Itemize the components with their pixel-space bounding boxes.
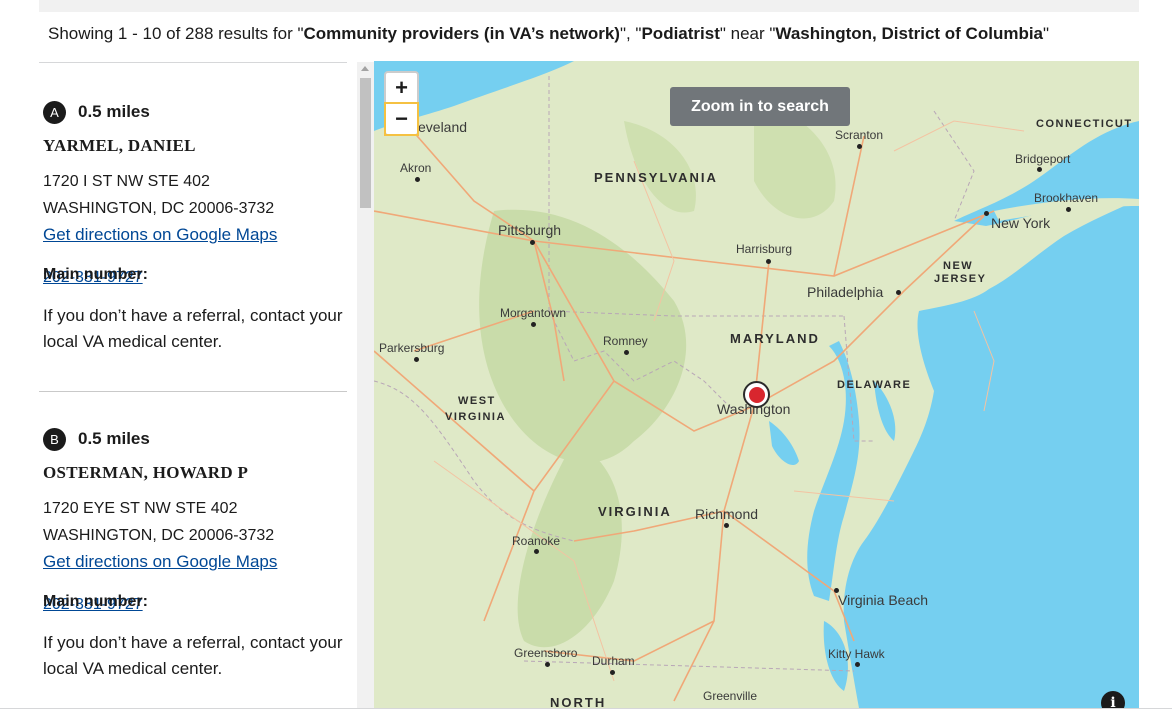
map-label-city: New York: [991, 215, 1051, 231]
page-bottom-border: [0, 708, 1172, 709]
city-dot: [1037, 167, 1042, 172]
result-distance: 0.5 miles: [78, 102, 150, 121]
city-dot: [896, 290, 901, 295]
map-label-state: PENNSYLVANIA: [594, 170, 718, 185]
map-label-state: VIRGINIA: [598, 504, 672, 519]
map-label-state: CONNECTICUT: [1036, 118, 1133, 130]
provider-name: OSTERMAN, HOWARD P: [43, 463, 249, 482]
city-dot: [724, 523, 729, 528]
map-label-city: Bridgeport: [1015, 152, 1071, 166]
scroll-up-arrow-icon[interactable]: [361, 66, 369, 71]
location-pin-icon[interactable]: [743, 381, 770, 408]
referral-note: If you don’t have a referral, contact yo…: [43, 306, 343, 351]
map-label-city: Greensboro: [514, 646, 578, 660]
city-dot: [534, 549, 539, 554]
map-label-city: eveland: [418, 119, 468, 135]
city-dot: [984, 211, 989, 216]
page-top-bar: [39, 0, 1139, 12]
results-list[interactable]: A 0.5 miles YARMEL, DANIEL 1720 I ST NW …: [39, 62, 347, 708]
map-label-state: NORTH: [550, 695, 607, 708]
map-label-state: MARYLAND: [730, 331, 820, 346]
map-label-city: Kitty Hawk: [828, 647, 885, 661]
map-label-city: Roanoke: [512, 534, 561, 548]
map-label-city: Parkersburg: [379, 341, 445, 355]
map-label-city: Greenville: [703, 689, 758, 703]
results-summary: Showing 1 - 10 of 288 results for "Commu…: [48, 24, 1049, 44]
summary-sep-1: ", ": [619, 24, 642, 43]
city-dot: [624, 350, 629, 355]
city-dot: [531, 322, 536, 327]
city-dot: [857, 144, 862, 149]
city-dot: [834, 588, 839, 593]
map-label-state: JERSEY: [934, 273, 987, 285]
map-label-city: Durham: [592, 654, 635, 668]
result-marker-badge: B: [43, 427, 66, 451]
map-label-state: WEST: [458, 395, 496, 407]
map-label-state: DELAWARE: [837, 379, 912, 391]
result-item: A 0.5 miles YARMEL, DANIEL 1720 I ST NW …: [43, 100, 343, 355]
city-dot: [610, 670, 615, 675]
map-label-city: Scranton: [835, 128, 884, 142]
city-dot: [530, 240, 535, 245]
referral-note: If you don’t have a referral, contact yo…: [43, 633, 343, 678]
summary-sep-2: " near ": [719, 24, 776, 43]
phone-label: Main number:: [43, 593, 148, 610]
address-line-1: 1720 I ST NW STE 402: [43, 173, 210, 190]
directions-link[interactable]: Get directions on Google Maps: [43, 225, 277, 244]
summary-suffix: ": [1043, 24, 1050, 43]
city-dot: [414, 357, 419, 362]
result-marker-badge: A: [43, 100, 66, 124]
summary-specialty: Podiatrist: [641, 24, 720, 43]
directions-link[interactable]: Get directions on Google Maps: [43, 552, 277, 571]
address-line-1: 1720 EYE ST NW STE 402: [43, 500, 238, 517]
map-label-city: Philadelphia: [807, 284, 884, 300]
city-dot: [855, 662, 860, 667]
map-label-city: Akron: [400, 161, 432, 175]
city-dot: [766, 259, 771, 264]
map-label-city: Brookhaven: [1034, 191, 1099, 205]
map-label-city: Harrisburg: [736, 242, 793, 256]
pin-center: [748, 386, 765, 403]
result-distance: 0.5 miles: [78, 429, 150, 448]
summary-prefix: Showing 1 - 10 of 288 results for ": [48, 24, 304, 43]
address-line-2: WASHINGTON, DC 20006-3732: [43, 527, 275, 544]
map-label-city: Romney: [603, 334, 648, 348]
zoom-out-button[interactable]: −: [384, 102, 419, 136]
city-dot: [545, 662, 550, 667]
zoom-in-to-search-button[interactable]: Zoom in to search: [670, 87, 850, 126]
map-view[interactable]: PENNSYLVANIA CONNECTICUT NEW JERSEY MARY…: [374, 61, 1139, 708]
scrollbar-thumb[interactable]: [360, 78, 371, 208]
map-label-city: Richmond: [695, 506, 759, 522]
zoom-in-button[interactable]: +: [386, 73, 417, 103]
map-label-city: Virginia Beach: [838, 592, 929, 608]
result-divider: [39, 391, 347, 392]
provider-name: YARMEL, DANIEL: [43, 136, 196, 155]
result-item: B 0.5 miles OSTERMAN, HOWARD P 1720 EYE …: [43, 427, 343, 682]
phone-label: Main number:: [43, 266, 148, 283]
results-scrollbar[interactable]: [357, 62, 374, 708]
map-label-state: VIRGINIA: [445, 411, 506, 423]
map-label-city: Pittsburgh: [498, 222, 562, 238]
city-dot: [1066, 207, 1071, 212]
summary-location: Washington, District of Columbia: [775, 24, 1044, 43]
city-dot: [415, 177, 420, 182]
map-label-state: NEW: [943, 260, 974, 272]
summary-service-type: Community providers (in VA’s network): [303, 24, 620, 43]
zoom-control: + −: [384, 71, 419, 136]
address-line-2: WASHINGTON, DC 20006-3732: [43, 200, 275, 217]
map-label-city: Morgantown: [500, 306, 567, 320]
map-info-icon[interactable]: i: [1101, 691, 1125, 708]
